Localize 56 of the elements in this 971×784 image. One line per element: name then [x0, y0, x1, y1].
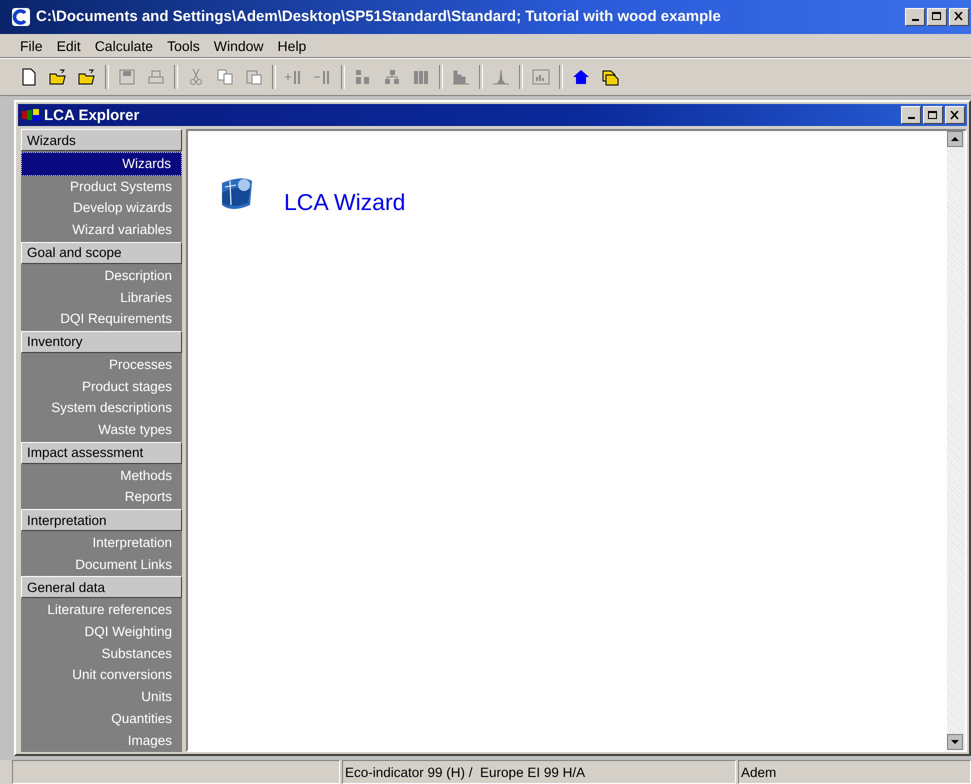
section-header[interactable]: General data	[21, 576, 182, 598]
sidebar-item[interactable]: Substances	[21, 642, 182, 664]
explorer-icon	[22, 109, 40, 122]
vertical-scrollbar[interactable]	[947, 131, 965, 750]
sidebar-item[interactable]: Product stages	[21, 376, 182, 398]
menu-item[interactable]: File	[20, 38, 43, 54]
status-text: Adem	[741, 764, 776, 780]
sidebar-item[interactable]: Unit conversions	[21, 664, 182, 686]
sidebar-item[interactable]: Develop wizards	[21, 197, 182, 220]
section-header[interactable]: Inventory	[21, 330, 182, 353]
section-header[interactable]: Interpretation	[21, 509, 182, 532]
minimize-icon	[908, 117, 914, 120]
sidebar-item[interactable]: DQI Weighting	[21, 621, 182, 643]
sidebar-item[interactable]: Document Links	[21, 554, 182, 576]
sidebar-item[interactable]: Quantities	[21, 708, 182, 730]
wizard-link[interactable]: LCA Wizard	[284, 189, 406, 216]
section-header[interactable]: Wizards	[21, 129, 182, 152]
sidebar-item[interactable]: DQI Requirements	[21, 308, 182, 330]
minimize-icon	[912, 18, 918, 21]
section-header[interactable]: Impact assessment	[21, 442, 182, 464]
maximize-button[interactable]	[927, 8, 947, 26]
status-text: Eco-indicator 99 (H) / Europe EI 99 H/A	[345, 764, 586, 780]
maximize-icon	[928, 110, 938, 120]
menu-item[interactable]: Help	[278, 38, 306, 54]
minimize-button[interactable]	[905, 8, 925, 26]
sidebar-item[interactable]: Product Systems	[21, 176, 182, 198]
sidebar-item[interactable]: Description	[21, 264, 182, 287]
sidebar-item[interactable]: Units	[21, 686, 182, 708]
sidebar-item[interactable]: Literature references	[21, 599, 182, 622]
scroll-up-icon[interactable]	[947, 131, 963, 148]
menu-item[interactable]: Calculate	[94, 38, 154, 54]
sidebar-item[interactable]: Processes	[21, 354, 182, 376]
close-button[interactable]	[949, 8, 969, 26]
close-icon	[954, 12, 964, 22]
maximize-icon	[932, 12, 942, 22]
sidebar-item[interactable]: Interpretation	[21, 532, 182, 554]
sidebar-item[interactable]: Libraries	[21, 286, 182, 308]
scroll-down-icon[interactable]	[947, 734, 963, 750]
sidebar-item[interactable]: Waste types	[21, 418, 182, 441]
close-icon	[950, 110, 960, 120]
sidebar-item[interactable]: Reports	[21, 486, 182, 508]
app-icon	[12, 8, 30, 26]
sidebar-item[interactable]: Wizard variables	[21, 219, 182, 241]
minimize-button[interactable]	[901, 106, 921, 124]
window-title: LCA Explorer	[44, 106, 140, 124]
close-button[interactable]	[945, 106, 965, 124]
section-header[interactable]: Goal and scope	[21, 242, 182, 264]
window-title: C:\Documents and Settings\Adem\Desktop\SP51Standard\Standard; Tutorial with wood example	[36, 8, 722, 26]
maximize-button[interactable]	[923, 106, 943, 124]
sidebar-item[interactable]: Wizards	[21, 152, 182, 176]
sidebar-item[interactable]: System descriptions	[21, 397, 182, 419]
sidebar-item[interactable]: Methods	[21, 464, 182, 486]
menu-item[interactable]: Tools	[167, 38, 200, 54]
menu-item[interactable]: Window	[214, 38, 264, 54]
sidebar-item[interactable]: Images	[21, 730, 182, 752]
menu-item[interactable]: Edit	[56, 38, 81, 54]
